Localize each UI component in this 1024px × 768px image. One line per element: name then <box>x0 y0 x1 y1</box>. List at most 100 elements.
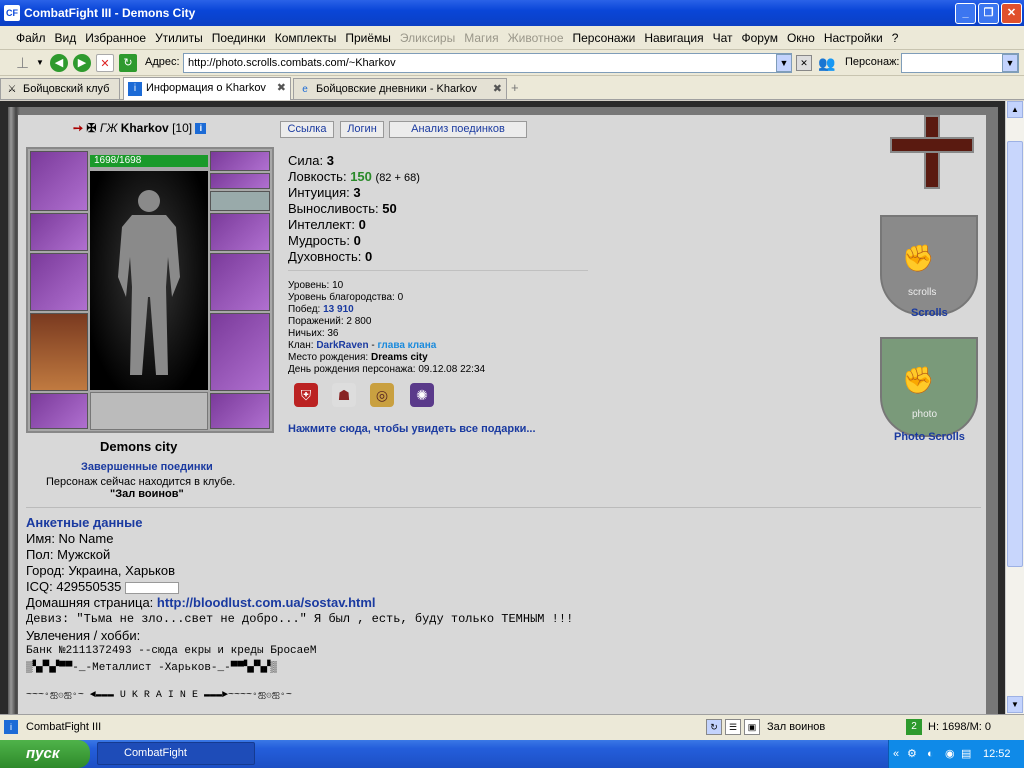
start-button[interactable]: пуск <box>0 740 90 768</box>
gift-orb-icon[interactable]: ✺ <box>410 383 434 407</box>
anketa-title: Анкетные данные <box>26 515 143 530</box>
finished-fights-link[interactable]: Завершенные поединки <box>81 461 213 473</box>
close-button[interactable]: ✕ <box>1001 3 1022 24</box>
gifts-link[interactable]: Нажмите сюда, чтобы увидеть все подарки.… <box>288 423 536 435</box>
steam-icon[interactable]: ⚙ <box>907 740 917 768</box>
person-icon[interactable]: 👥 <box>818 55 835 72</box>
boots-slot[interactable] <box>210 393 270 429</box>
bracers-slot[interactable] <box>30 213 88 251</box>
silhouette-icon <box>118 190 180 375</box>
menu-fights[interactable]: Поединки <box>212 31 266 45</box>
vertical-scrollbar[interactable]: ▲ ▼ <box>1005 101 1024 714</box>
wins-link[interactable]: 13 910 <box>323 304 354 315</box>
forward-button[interactable]: ▶ <box>73 54 91 72</box>
menu-bar: Файл Вид Избранное Утилиты Поединки Комп… <box>0 26 1024 50</box>
sync-icon[interactable]: ↻ <box>706 719 722 735</box>
address-input[interactable] <box>183 53 792 73</box>
scrolls-banner-text: scrolls <box>908 287 937 298</box>
menu-file[interactable]: Файл <box>16 31 46 45</box>
menu-settings[interactable]: Настройки <box>824 31 883 45</box>
tab-fight-club[interactable]: ⚔ Бойцовский клуб <box>0 78 120 99</box>
character-equipment-box: 1698/1698 ☠ <box>26 147 274 433</box>
network-icon[interactable]: ◐ <box>927 740 934 768</box>
back-button[interactable]: ◀ <box>50 54 68 72</box>
pin-icon[interactable]: ⊥ <box>16 54 29 72</box>
gloves-slot[interactable] <box>30 393 88 429</box>
refresh-button[interactable]: ↻ <box>119 54 137 72</box>
belt-slot[interactable] <box>90 392 208 430</box>
gift-shield-icon[interactable]: ⛨ <box>294 383 318 407</box>
tab-label: Бойцовские дневники - Kharkov <box>316 83 477 95</box>
menu-help[interactable]: ? <box>892 31 899 45</box>
language-flag-icon[interactable]: ▤ <box>961 740 971 768</box>
menu-characters[interactable]: Персонажи <box>573 31 636 45</box>
weapon-left-slot[interactable] <box>30 253 88 311</box>
scroll-thumb[interactable] <box>1007 141 1023 567</box>
tray-arrow-icon[interactable]: « <box>893 740 899 768</box>
helmet-slot[interactable] <box>30 151 88 211</box>
armor-slot[interactable] <box>30 313 88 391</box>
clan-link[interactable]: DarkRaven <box>316 340 368 351</box>
photo-scrolls-banner[interactable]: ✊ photo <box>880 337 978 437</box>
shield-slot[interactable] <box>210 213 270 251</box>
divider <box>288 270 588 271</box>
info-draws: Ничьих: 36 <box>288 328 339 339</box>
lock-icon[interactable]: ▣ <box>744 719 760 735</box>
clear-icon[interactable]: ✕ <box>796 55 812 71</box>
menu-navigation[interactable]: Навигация <box>644 31 703 45</box>
tab-diaries[interactable]: e Бойцовские дневники - Kharkov ✖ <box>293 78 507 99</box>
gift-ring-icon[interactable]: ◎ <box>370 383 394 407</box>
taskbar-item-combatfight[interactable]: CombatFight <box>97 742 255 765</box>
tab-close-icon[interactable]: ✖ <box>277 81 286 94</box>
tab-info-kharkov[interactable]: i Информация о Kharkov ✖ <box>123 77 291 100</box>
taskbar-item-label: CombatFight <box>124 747 187 759</box>
tab-close-icon[interactable]: ✖ <box>493 82 502 95</box>
info-clan: Клан: DarkRaven - глава клана <box>288 340 437 351</box>
menu-utilities[interactable]: Утилиты <box>155 31 203 45</box>
new-tab-icon[interactable]: + <box>511 80 519 95</box>
stat-strength: Сила: 3 <box>288 153 334 168</box>
stop-button[interactable]: ✕ <box>96 54 114 72</box>
anketa-icq: ICQ: 429550535 <box>26 579 180 594</box>
earrings-slot[interactable] <box>210 151 270 171</box>
gift-emblem-icon[interactable]: ☗ <box>332 383 356 407</box>
rings-slot[interactable] <box>210 191 270 211</box>
title-bar: CF CombatFight III - Demons City _ ❐ ✕ <box>0 0 1024 26</box>
login-button[interactable]: Логин <box>340 121 384 138</box>
scroll-down-icon[interactable]: ▼ <box>1007 696 1023 713</box>
amulet-slot[interactable] <box>210 173 270 189</box>
weapon-right-slot[interactable] <box>210 253 270 311</box>
minimize-button[interactable]: _ <box>955 3 976 24</box>
info-icon[interactable]: i <box>195 123 207 135</box>
character-level: [10] <box>172 121 193 135</box>
menu-window[interactable]: Окно <box>787 31 815 45</box>
menu-chat[interactable]: Чат <box>713 31 733 45</box>
menu-view[interactable]: Вид <box>55 31 77 45</box>
system-tray: « ⚙ ◐ ◉ ▤ 12:52 <box>888 740 1024 768</box>
dropdown-arrow-icon[interactable]: ▼ <box>36 58 44 67</box>
menu-sets[interactable]: Комплекты <box>275 31 337 45</box>
list-icon[interactable]: ☰ <box>725 719 741 735</box>
menu-favorites[interactable]: Избранное <box>85 31 146 45</box>
scroll-up-icon[interactable]: ▲ <box>1007 101 1023 118</box>
photo-scrolls-link[interactable]: Photo Scrolls <box>894 431 965 443</box>
page-content: ➙ ✠ ГЖ Kharkov [10] i 1698/1698 Demons c… <box>0 101 1024 714</box>
stat-intellect: Интеллект: 0 <box>288 217 366 232</box>
scrolls-banner[interactable]: ✊ scrolls <box>880 215 978 315</box>
antivirus-icon[interactable]: ◉ <box>945 740 955 768</box>
stat-endurance: Выносливость: 50 <box>288 201 397 216</box>
homepage-link[interactable]: http://bloodlust.com.ua/sostav.html <box>157 595 376 610</box>
menu-techniques[interactable]: Приёмы <box>345 31 391 45</box>
maximize-button[interactable]: ❐ <box>978 3 999 24</box>
link-button[interactable]: Ссылка <box>280 121 334 138</box>
persona-dropdown-icon[interactable]: ▼ <box>1002 54 1018 72</box>
hp-bar: 1698/1698 <box>90 155 208 167</box>
fight-analysis-button[interactable]: Анализ поединков <box>389 121 527 138</box>
address-dropdown-icon[interactable]: ▼ <box>776 54 792 72</box>
menu-forum[interactable]: Форум <box>742 31 778 45</box>
anketa-name: Имя: No Name <box>26 531 114 546</box>
scrolls-link[interactable]: Scrolls <box>911 307 948 319</box>
info-wins: Побед: 13 910 <box>288 304 354 315</box>
clan-sign-text: ГЖ <box>99 121 118 135</box>
leggings-slot[interactable] <box>210 313 270 391</box>
